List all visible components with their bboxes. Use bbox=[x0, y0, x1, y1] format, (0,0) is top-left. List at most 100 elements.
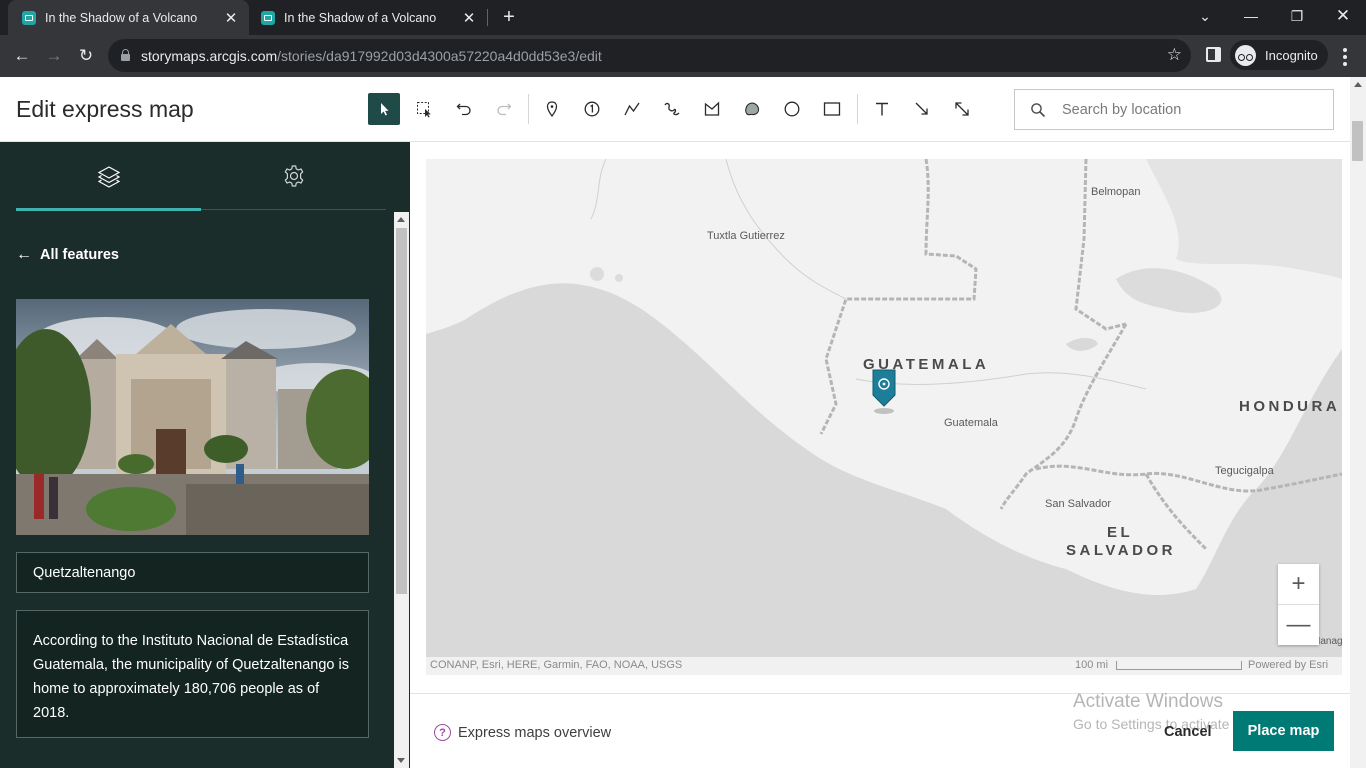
page-title: Edit express map bbox=[16, 96, 194, 122]
place-map-button[interactable]: Place map bbox=[1233, 711, 1334, 751]
scroll-up-icon[interactable] bbox=[1354, 82, 1362, 87]
circle-tool-button[interactable] bbox=[776, 93, 808, 125]
cathedral-photo-image bbox=[16, 299, 369, 535]
map-editor-area: Belmopan Tuxtla Gutierrez GUATEMALA Guat… bbox=[410, 142, 1350, 768]
undo-button[interactable] bbox=[448, 93, 480, 125]
toolbar-divider bbox=[857, 94, 858, 124]
map-label-tuxtla: Tuxtla Gutierrez bbox=[707, 230, 785, 242]
restore-button[interactable]: ❐ bbox=[1274, 0, 1320, 32]
back-button[interactable]: ← bbox=[9, 43, 35, 69]
page-scrollbar-thumb[interactable] bbox=[1352, 121, 1363, 161]
browser-tab-bar: In the Shadow of a Volcano ✕ In the Shad… bbox=[0, 0, 1366, 35]
map-label-guatemala-country: GUATEMALA bbox=[863, 356, 990, 373]
incognito-profile-button[interactable]: Incognito bbox=[1230, 40, 1328, 70]
map-view[interactable]: Belmopan Tuxtla Gutierrez GUATEMALA Guat… bbox=[426, 159, 1342, 675]
search-input[interactable] bbox=[1062, 90, 1322, 129]
cursor-icon bbox=[381, 103, 389, 116]
polyline-icon bbox=[624, 102, 640, 116]
page-scrollbar[interactable] bbox=[1350, 77, 1366, 768]
feature-name-field[interactable]: Quetzaltenango bbox=[16, 552, 369, 593]
tab-title: In the Shadow of a Volcano bbox=[284, 10, 437, 25]
gear-icon bbox=[284, 165, 303, 187]
panel-scrollbar-thumb[interactable] bbox=[396, 228, 407, 594]
arrow-tool-button[interactable] bbox=[906, 93, 938, 125]
layers-icon bbox=[97, 166, 120, 188]
map-label-el-salvador-line2: SALVADOR bbox=[1066, 542, 1176, 559]
side-panel-icon[interactable] bbox=[1206, 47, 1221, 62]
text-icon bbox=[876, 102, 888, 116]
browser-tab-2[interactable]: In the Shadow of a Volcano ✕ bbox=[247, 0, 487, 35]
all-features-label: All features bbox=[40, 247, 119, 263]
feature-panel: ← All features Quetzaltenango According … bbox=[0, 142, 410, 768]
express-maps-help-link[interactable]: ? Express maps overview bbox=[434, 724, 611, 741]
map-pin-icon bbox=[546, 101, 558, 118]
watermark-line1: Activate Windows bbox=[1073, 691, 1223, 712]
select-tool-button[interactable] bbox=[368, 93, 400, 125]
close-tab-icon[interactable]: ✕ bbox=[459, 8, 479, 28]
redo-button[interactable] bbox=[488, 93, 520, 125]
zoom-out-button[interactable]: — bbox=[1278, 604, 1319, 644]
scale-label: 100 mi bbox=[1075, 659, 1109, 671]
arrow-icon bbox=[915, 102, 928, 115]
browser-toolbar: ← → ↻ storymaps.arcgis.com/stories/da917… bbox=[0, 35, 1366, 77]
browser-tab-1[interactable]: In the Shadow of a Volcano ✕ bbox=[8, 0, 249, 35]
basemap bbox=[426, 159, 1342, 675]
line-tool-button[interactable] bbox=[616, 93, 648, 125]
rectangle-tool-button[interactable] bbox=[816, 93, 848, 125]
marquee-select-button[interactable] bbox=[408, 93, 440, 125]
map-label-el-salvador-line1: EL bbox=[1107, 524, 1134, 541]
freehand-area-icon bbox=[745, 102, 760, 116]
url-text: storymaps.arcgis.com/stories/da917992d03… bbox=[141, 48, 602, 64]
tab-title: In the Shadow of a Volcano bbox=[45, 10, 198, 25]
zoom-controls: + — bbox=[1278, 564, 1319, 645]
new-tab-button[interactable]: + bbox=[498, 6, 520, 28]
polygon-tool-button[interactable] bbox=[696, 93, 728, 125]
bookmark-star-icon[interactable]: ☆ bbox=[1167, 45, 1182, 65]
search-icon bbox=[1031, 103, 1046, 118]
address-bar[interactable]: storymaps.arcgis.com/stories/da917992d03… bbox=[108, 39, 1191, 72]
text-tool-button[interactable] bbox=[866, 93, 898, 125]
forward-button[interactable]: → bbox=[41, 43, 67, 69]
location-search[interactable] bbox=[1014, 89, 1334, 130]
tab-search-chevron-icon[interactable]: ⌄ bbox=[1182, 0, 1228, 32]
back-arrow-icon: ← bbox=[16, 246, 32, 263]
circle-icon bbox=[784, 101, 800, 117]
freehand-area-button[interactable] bbox=[736, 93, 768, 125]
minimize-button[interactable]: — bbox=[1228, 0, 1274, 32]
reload-button[interactable]: ↻ bbox=[73, 43, 99, 69]
zoom-in-button[interactable]: + bbox=[1278, 564, 1319, 604]
map-label-guatemala-city: Guatemala bbox=[944, 417, 998, 429]
url-host: storymaps.arcgis.com bbox=[141, 48, 278, 64]
freehand-line-button[interactable] bbox=[656, 93, 688, 125]
cancel-button[interactable]: Cancel bbox=[1164, 724, 1212, 740]
incognito-icon bbox=[1235, 44, 1256, 66]
scroll-down-icon[interactable] bbox=[397, 758, 405, 763]
map-label-honduras: HONDURA bbox=[1239, 398, 1341, 415]
panel-scrollbar[interactable] bbox=[394, 212, 409, 768]
lock-icon bbox=[121, 49, 130, 61]
close-window-button[interactable]: ✕ bbox=[1320, 0, 1366, 32]
active-tab-indicator bbox=[16, 208, 201, 211]
double-arrow-tool-button[interactable] bbox=[946, 93, 978, 125]
rectangle-icon bbox=[823, 102, 841, 116]
powered-by-esri[interactable]: Powered by Esri bbox=[1248, 659, 1328, 671]
storymaps-favicon-icon bbox=[261, 10, 275, 25]
numbered-point-button[interactable] bbox=[576, 93, 608, 125]
close-tab-icon[interactable]: ✕ bbox=[221, 8, 241, 28]
editor-footer: ? Express maps overview Activate Windows… bbox=[410, 691, 1350, 768]
tab-divider bbox=[487, 9, 488, 26]
browser-menu-icon[interactable] bbox=[1343, 48, 1347, 66]
all-features-link[interactable]: ← All features bbox=[16, 246, 119, 264]
tab-settings[interactable] bbox=[201, 164, 386, 210]
attribution-text: CONANP, Esri, HERE, Garmin, FAO, NOAA, U… bbox=[430, 659, 683, 671]
help-link-label: Express maps overview bbox=[458, 724, 612, 741]
scroll-up-icon[interactable] bbox=[397, 217, 405, 222]
feature-description-field[interactable]: According to the Instituto Nacional de E… bbox=[16, 610, 369, 738]
scale-bar bbox=[1116, 661, 1242, 670]
feature-photo bbox=[16, 299, 369, 535]
map-label-san-salvador: San Salvador bbox=[1045, 498, 1112, 510]
map-attribution-bar: CONANP, Esri, HERE, Garmin, FAO, NOAA, U… bbox=[426, 657, 1342, 675]
tab-layers[interactable] bbox=[16, 164, 201, 210]
add-pin-button[interactable] bbox=[536, 93, 568, 125]
map-label-tegucigalpa: Tegucigalpa bbox=[1215, 465, 1274, 477]
